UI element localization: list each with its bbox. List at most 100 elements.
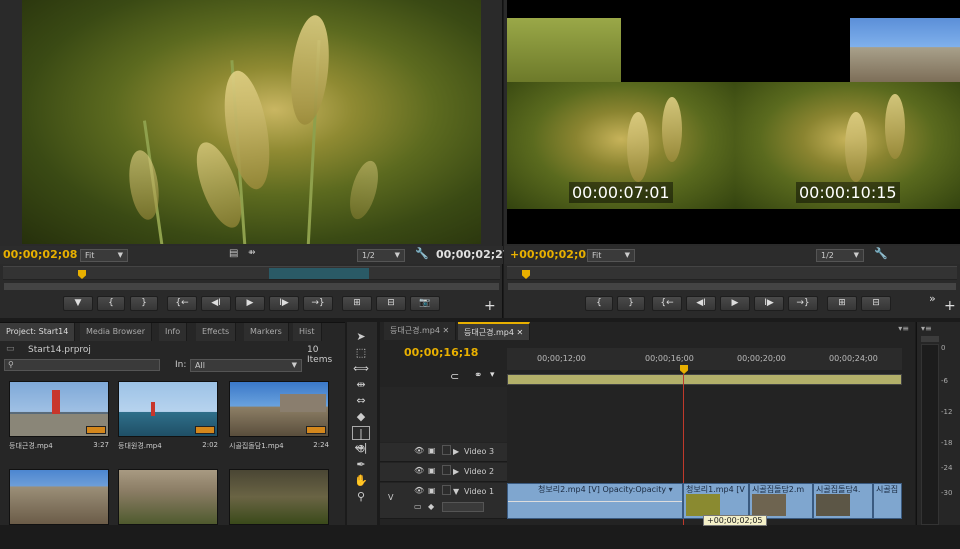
- collapse-triangle-icon[interactable]: ▼: [453, 487, 459, 496]
- eye-icon[interactable]: 👁: [414, 486, 424, 495]
- program-zoom-scrollbar[interactable]: [507, 282, 957, 291]
- track-header-video-1[interactable]: V 👁 ▣ ▼ Video 1 ▭ ◆: [380, 483, 507, 519]
- lock-toggle[interactable]: [442, 445, 451, 455]
- tab-effects[interactable]: Effects: [196, 323, 237, 341]
- expand-triangle-icon[interactable]: ▶: [453, 447, 459, 456]
- overwrite-button[interactable]: ⊟: [376, 296, 406, 311]
- tab-sequence-2[interactable]: 등대근경.mp4 ✕: [458, 322, 531, 340]
- keyframe-navigator[interactable]: [442, 502, 484, 512]
- program-time-ruler[interactable]: [507, 266, 957, 280]
- program-step-forward-button[interactable]: I▶: [754, 296, 784, 311]
- project-item-card[interactable]: 등대근경.mp4 3:27: [9, 381, 109, 461]
- project-search-input[interactable]: ⚲: [4, 359, 160, 371]
- extract-button[interactable]: ⊟: [861, 296, 891, 311]
- rolling-edit-tool-icon[interactable]: ⇹: [352, 378, 370, 392]
- link-icon[interactable]: ⚭: [474, 370, 482, 381]
- step-forward-button[interactable]: I▶: [269, 296, 299, 311]
- selection-tool-icon[interactable]: ➤: [352, 330, 370, 344]
- program-mark-in-button[interactable]: {: [585, 296, 613, 311]
- step-back-button[interactable]: ◀I: [201, 296, 231, 311]
- panel-menu-icon[interactable]: ▾≡: [921, 324, 932, 333]
- tab-media-browser[interactable]: Media Browser: [80, 323, 152, 341]
- hand-tool-icon[interactable]: ✋: [352, 474, 370, 488]
- insert-button[interactable]: ⊞: [342, 296, 372, 311]
- timeline-clip[interactable]: 시골집: [873, 483, 902, 519]
- ripple-edit-tool-icon[interactable]: ⟺: [352, 362, 370, 376]
- source-quality-dropdown[interactable]: 1/2 ▼: [357, 249, 405, 262]
- add-marker-icon[interactable]: ▾: [490, 370, 495, 380]
- program-play-button[interactable]: ▶: [720, 296, 750, 311]
- film-icon[interactable]: ▣: [428, 486, 436, 495]
- export-frame-button[interactable]: 📷: [410, 296, 440, 311]
- rate-stretch-tool-icon[interactable]: ⇔: [352, 394, 370, 408]
- source-time-ruler[interactable]: [3, 266, 500, 280]
- timeline-playhead-marker[interactable]: [680, 365, 688, 374]
- project-item-card[interactable]: [118, 469, 218, 549]
- track-target-label[interactable]: V: [388, 493, 393, 502]
- tab-history[interactable]: Hist: [293, 323, 322, 341]
- opacity-rubberband[interactable]: [508, 501, 682, 502]
- eye-icon[interactable]: 👁: [414, 466, 424, 475]
- timeline-clip[interactable]: 청보리2.mp4 [V] Opacity:Opacity ▾: [507, 483, 683, 519]
- zoom-tool-icon[interactable]: ⚲: [352, 490, 370, 504]
- mark-in-button[interactable]: {: [97, 296, 125, 311]
- track-select-tool-icon[interactable]: ⬚: [352, 346, 370, 360]
- panel-menu-icon[interactable]: ▾≡: [898, 324, 909, 333]
- keyframe-display-icon[interactable]: ▭: [414, 502, 422, 511]
- source-zoom-scrollbar[interactable]: [3, 282, 500, 291]
- eye-icon[interactable]: 👁: [414, 446, 424, 455]
- play-button[interactable]: ▶: [235, 296, 265, 311]
- wrench-icon[interactable]: 🔧: [874, 247, 888, 260]
- snap-icon[interactable]: ⊂: [450, 370, 459, 383]
- lift-button[interactable]: ⊞: [827, 296, 857, 311]
- add-button-icon[interactable]: +: [484, 298, 496, 314]
- program-playhead[interactable]: [522, 270, 530, 279]
- program-current-timecode[interactable]: +00;00;02;05: [510, 248, 594, 261]
- tab-project[interactable]: Project: Start14: [0, 323, 76, 341]
- track-header-video-2[interactable]: 👁 ▣ ▶ Video 2: [380, 463, 507, 482]
- expand-triangle-icon[interactable]: ▶: [453, 467, 459, 476]
- project-item-card[interactable]: [9, 469, 109, 549]
- in-filter-dropdown[interactable]: All ▼: [190, 359, 302, 372]
- slip-tool-icon[interactable]: |↔|: [352, 426, 370, 454]
- program-go-to-in-button[interactable]: {←: [652, 296, 682, 311]
- timeline-clip[interactable]: 시골집돌담4.: [813, 483, 873, 519]
- more-controls-icon[interactable]: »: [929, 292, 936, 305]
- razor-tool-icon[interactable]: ◆: [352, 410, 370, 424]
- sequence-timecode[interactable]: 00;00;16;18: [404, 346, 478, 359]
- pen-tool-icon[interactable]: ✒: [352, 458, 370, 472]
- lock-toggle[interactable]: [442, 485, 451, 495]
- film-icon[interactable]: ▤: [229, 248, 238, 259]
- add-marker-button[interactable]: ▼: [63, 296, 93, 311]
- go-to-out-button[interactable]: →}: [303, 296, 333, 311]
- go-to-in-button[interactable]: {←: [167, 296, 197, 311]
- program-go-to-out-button[interactable]: →}: [788, 296, 818, 311]
- project-item-card[interactable]: [229, 469, 329, 549]
- lock-toggle[interactable]: [442, 465, 451, 475]
- timeline-clip[interactable]: 청보리1.mp4 [V: [683, 483, 749, 519]
- work-area-bar[interactable]: [507, 374, 902, 385]
- source-video-frame[interactable]: [22, 0, 481, 244]
- tab-sequence-1[interactable]: 등대근경.mp4 ✕: [384, 322, 457, 340]
- mark-out-button[interactable]: }: [130, 296, 158, 311]
- video-1-track-lane[interactable]: 청보리2.mp4 [V] Opacity:Opacity ▾ 청보리1.mp4 …: [507, 483, 902, 519]
- source-current-timecode[interactable]: 00;00;02;08: [3, 248, 77, 261]
- program-add-button-icon[interactable]: +: [944, 298, 956, 314]
- film-icon[interactable]: ▣: [428, 466, 436, 475]
- project-item-card[interactable]: 시골집돌담1.mp4 2:24: [229, 381, 329, 461]
- program-fit-dropdown[interactable]: Fit ▼: [587, 249, 635, 262]
- program-step-back-button[interactable]: ◀I: [686, 296, 716, 311]
- slide-tool-icon[interactable]: ⊕: [352, 442, 370, 456]
- tab-markers[interactable]: Markers: [244, 323, 289, 341]
- source-playhead[interactable]: [78, 270, 86, 279]
- program-mark-out-button[interactable]: }: [617, 296, 645, 311]
- program-video-frame[interactable]: 00:00:07:01 00:00:10:15: [507, 0, 960, 244]
- film-icon[interactable]: ▣: [428, 446, 436, 455]
- drag-audio-video-icon[interactable]: ⇻: [248, 248, 256, 258]
- keyframe-nav-icon[interactable]: ◆: [428, 502, 434, 511]
- source-fit-dropdown[interactable]: Fit ▼: [80, 249, 128, 262]
- timeline-ruler[interactable]: 00;00;12;00 00;00;16;00 00;00;20;00 00;0…: [507, 348, 902, 370]
- project-item-card[interactable]: 등대원경.mp4 2:02: [118, 381, 218, 461]
- wrench-icon[interactable]: 🔧: [415, 247, 429, 260]
- tab-info[interactable]: Info: [159, 323, 188, 341]
